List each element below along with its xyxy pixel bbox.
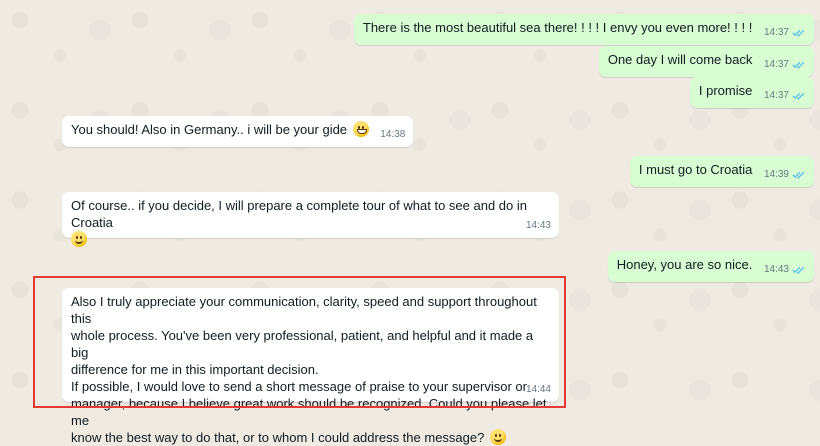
message-line: If possible, I would love to send a shor…: [71, 379, 527, 394]
message-text: I promise: [698, 83, 753, 98]
double-check-icon: [792, 61, 805, 69]
double-check-icon: [792, 171, 805, 179]
message-time: 14:43: [525, 220, 551, 231]
message-bubble-outgoing[interactable]: I must go to Croatia 14:39: [629, 156, 814, 187]
double-check-icon: [792, 92, 805, 100]
message-meta: 14:43: [526, 217, 551, 234]
message-text: I must go to Croatia: [638, 162, 753, 177]
message-text: You should! Also in Germany.. i will be …: [71, 122, 348, 137]
message-time: 14:37: [763, 90, 789, 101]
message-meta: 14:39: [764, 166, 806, 183]
message-line: difference for me in this important deci…: [71, 362, 319, 377]
message-meta: 14:38: [380, 126, 405, 143]
message-bubble-outgoing[interactable]: Honey, you are so nice. 14:43: [607, 251, 814, 282]
message-meta: 14:37: [764, 87, 806, 104]
smiling-face-emoji-icon: [489, 429, 506, 445]
message-text: Honey, you are so nice.: [616, 257, 753, 272]
double-check-icon: [792, 29, 805, 37]
message-meta: 14:37: [764, 56, 806, 73]
message-meta: 14:37: [764, 24, 806, 41]
message-bubble-incoming[interactable]: Of course.. if you decide, I will prepar…: [62, 192, 559, 247]
message-meta: 14:43: [764, 261, 806, 278]
message-time: 14:39: [763, 169, 789, 180]
message-line: whole process. You've been very professi…: [71, 328, 534, 360]
message-bubble-outgoing[interactable]: One day I will come back 14:37: [598, 46, 814, 77]
message-text: There is the most beautiful sea there! !…: [362, 20, 753, 35]
message-time: 14:37: [763, 59, 789, 70]
grinning-face-emoji-icon: [352, 121, 369, 137]
message-bubble-incoming[interactable]: Also I truly appreciate your communicati…: [62, 288, 559, 445]
message-line: know the best way to do that, or to whom…: [71, 430, 485, 445]
message-time: 14:44: [525, 384, 551, 395]
message-time: 14:37: [763, 27, 789, 38]
message-bubble-outgoing[interactable]: I promise 14:37: [689, 77, 814, 108]
message-bubble-outgoing[interactable]: There is the most beautiful sea there! !…: [353, 14, 814, 45]
message-time: 14:43: [763, 264, 789, 275]
double-check-icon: [792, 266, 805, 274]
chat-background: There is the most beautiful sea there! !…: [0, 0, 820, 445]
message-line: manager, because I believe great work sh…: [71, 396, 547, 428]
message-line: Also I truly appreciate your communicati…: [71, 294, 537, 326]
message-meta: 14:44: [526, 381, 551, 398]
message-bubble-incoming[interactable]: You should! Also in Germany.. i will be …: [62, 116, 414, 147]
message-text: Of course.. if you decide, I will prepar…: [71, 198, 527, 230]
smiling-face-emoji-icon: [71, 231, 87, 247]
message-text: One day I will come back: [607, 52, 753, 67]
message-time: 14:38: [380, 129, 406, 140]
